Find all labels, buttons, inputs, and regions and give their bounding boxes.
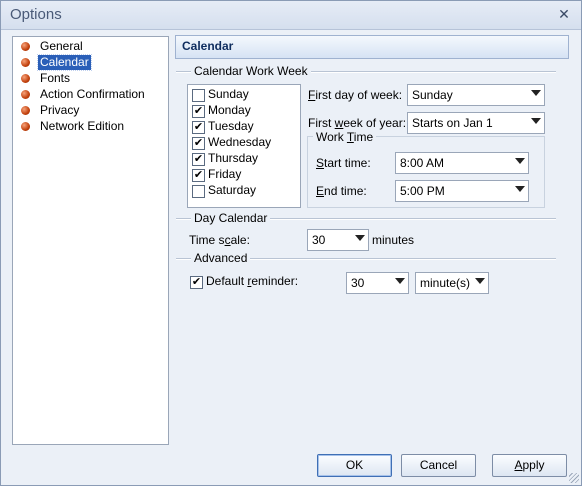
day-label: Wednesday bbox=[208, 135, 272, 149]
reminder-unit: minute(s) bbox=[420, 276, 471, 290]
tree-item-label: Calendar bbox=[37, 54, 92, 71]
end-time-label: End time: bbox=[316, 184, 367, 198]
dialog-body: General Calendar Fonts Action Confirmati… bbox=[1, 30, 581, 485]
cancel-button[interactable]: Cancel bbox=[401, 454, 476, 477]
day-label: Tuesday bbox=[208, 119, 254, 133]
chevron-down-icon[interactable] bbox=[395, 278, 405, 284]
first-day-label: First day of week: bbox=[308, 88, 403, 102]
bullet-icon bbox=[21, 106, 30, 115]
reminder-value: 30 bbox=[351, 276, 365, 290]
time-scale-label: Time scale: bbox=[189, 233, 250, 247]
day-label: Friday bbox=[208, 167, 242, 181]
day-label: Thursday bbox=[208, 151, 259, 165]
tree-item-label: Action Confirmation bbox=[40, 87, 145, 101]
checkbox-unchecked[interactable] bbox=[192, 89, 205, 102]
time-scale-unit: minutes bbox=[372, 233, 415, 247]
close-icon[interactable]: ✕ bbox=[555, 5, 573, 23]
checkbox-checked-icon[interactable]: ✔ bbox=[192, 105, 205, 118]
start-time-value: 8:00 AM bbox=[400, 156, 445, 170]
first-week-label: First week of year: bbox=[308, 116, 407, 130]
group-title-advanced: Advanced bbox=[191, 251, 251, 265]
first-week-value: Starts on Jan 1 bbox=[412, 116, 493, 130]
panel-header: Calendar bbox=[175, 35, 569, 59]
end-time-select[interactable]: 5:00 PM bbox=[395, 180, 529, 202]
first-day-value: Sunday bbox=[412, 88, 453, 102]
day-label: Monday bbox=[208, 103, 251, 117]
chevron-down-icon[interactable] bbox=[475, 278, 485, 284]
checkbox-checked-icon[interactable]: ✔ bbox=[192, 121, 205, 134]
reminder-unit-select[interactable]: minute(s) bbox=[415, 272, 489, 294]
options-window: Options ✕ General Calendar Fonts Action … bbox=[0, 0, 582, 486]
group-title-day-calendar: Day Calendar bbox=[191, 211, 271, 225]
end-time-value: 5:00 PM bbox=[400, 184, 445, 198]
group-title-work-week: Calendar Work Week bbox=[191, 64, 311, 78]
first-week-select[interactable]: Starts on Jan 1 bbox=[407, 112, 545, 134]
tree-item-label: Network Edition bbox=[40, 119, 125, 133]
work-time-title: Work Time bbox=[313, 130, 377, 144]
tree-item-label: Privacy bbox=[40, 103, 80, 117]
resize-grip[interactable] bbox=[569, 473, 579, 483]
start-time-label: Start time: bbox=[316, 156, 371, 170]
day-label: Saturday bbox=[208, 183, 257, 197]
day-label: Sunday bbox=[208, 87, 249, 101]
chevron-down-icon[interactable] bbox=[531, 90, 541, 96]
window-title: Options bbox=[10, 6, 62, 23]
bullet-icon bbox=[21, 90, 30, 99]
time-scale-value: 30 bbox=[312, 233, 326, 247]
checkbox-unchecked[interactable] bbox=[192, 185, 205, 198]
checkbox-checked-icon[interactable]: ✔ bbox=[192, 169, 205, 182]
bullet-icon bbox=[21, 58, 30, 67]
time-scale-select[interactable]: 30 bbox=[307, 229, 369, 251]
category-tree[interactable]: General Calendar Fonts Action Confirmati… bbox=[12, 36, 169, 445]
chevron-down-icon[interactable] bbox=[355, 235, 365, 241]
ok-button[interactable]: OK bbox=[317, 454, 392, 477]
panel-title: Calendar bbox=[182, 39, 234, 53]
chevron-down-icon[interactable] bbox=[531, 118, 541, 124]
chevron-down-icon[interactable] bbox=[515, 186, 525, 192]
checkbox-checked-icon[interactable]: ✔ bbox=[192, 137, 205, 150]
work-week-days-list[interactable]: Sunday ✔ Monday ✔ Tuesday ✔ Wednesday ✔ … bbox=[187, 84, 301, 208]
chevron-down-icon[interactable] bbox=[515, 158, 525, 164]
apply-button[interactable]: Apply bbox=[492, 454, 567, 477]
start-time-select[interactable]: 8:00 AM bbox=[395, 152, 529, 174]
bullet-icon bbox=[21, 42, 30, 51]
checkbox-checked-icon[interactable]: ✔ bbox=[192, 153, 205, 166]
tree-item-label: Fonts bbox=[40, 71, 71, 85]
reminder-value-select[interactable]: 30 bbox=[346, 272, 409, 294]
first-day-select[interactable]: Sunday bbox=[407, 84, 545, 106]
title-bar[interactable]: Options ✕ bbox=[1, 1, 581, 30]
tree-item-label: General bbox=[40, 39, 83, 53]
bullet-icon bbox=[21, 122, 30, 131]
bullet-icon bbox=[21, 74, 30, 83]
checkbox-checked-icon[interactable]: ✔ bbox=[190, 276, 203, 289]
default-reminder-label: Default reminder: bbox=[206, 274, 299, 288]
